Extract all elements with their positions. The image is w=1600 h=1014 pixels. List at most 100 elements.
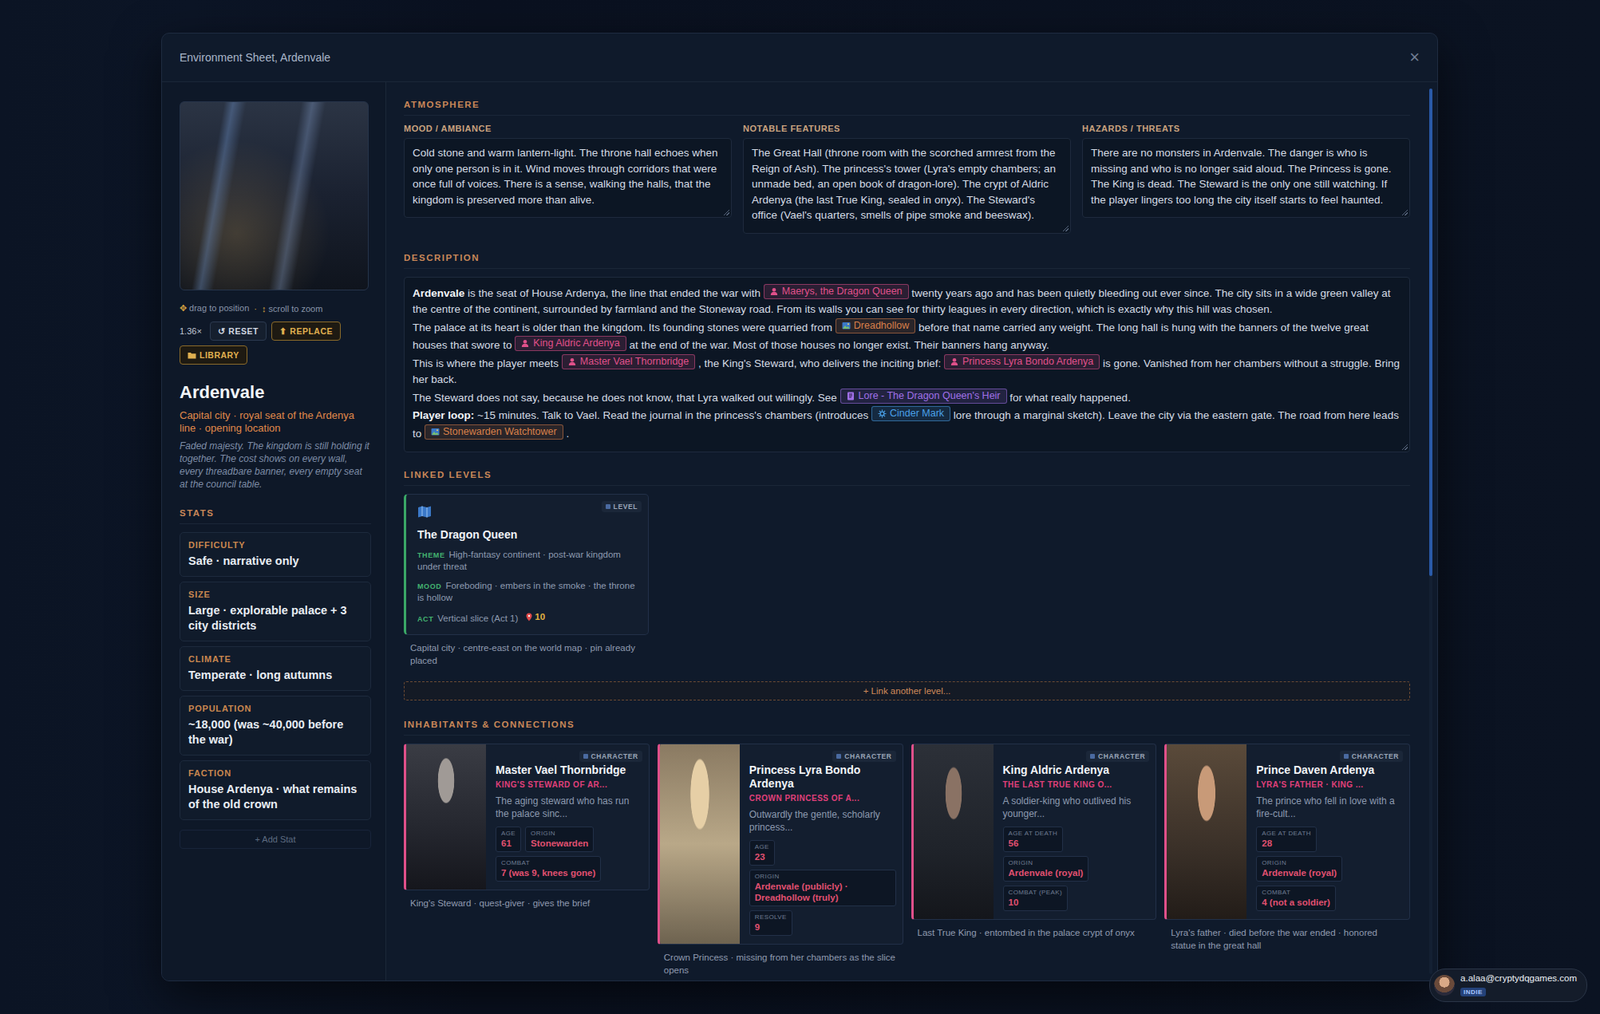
person-icon (568, 357, 577, 367)
description-text: This is where the player meets (412, 357, 562, 370)
scrollbar-track[interactable] (1429, 88, 1433, 975)
stat-card[interactable]: CLIMATETemperate · long autumns (179, 646, 372, 692)
location-link-chip[interactable]: Dreadhollow (835, 318, 916, 334)
chip-label: Stonewarden Watchtower (442, 425, 558, 439)
lore-link-chip[interactable]: Lore - The Dragon Queen's Heir (840, 388, 1008, 404)
description-text: , the King's Steward, who delivers the i… (695, 357, 945, 370)
description-paragraph: The Steward does not say, because he doe… (412, 388, 1402, 407)
location-link-chip[interactable]: Stonewarden Watchtower (424, 424, 564, 440)
stat-value: House Ardenya · what remains of the old … (188, 782, 363, 813)
user-info: a.alaa@cryptydqgames.comINDIE (1460, 973, 1577, 998)
modal-body: ✥ drag to position·↕ scroll to zoom1.36×… (161, 82, 1438, 981)
character-card-body: CHARACTER Master Vael Thornbridge KING'S S… (485, 744, 649, 890)
field-label: NOTABLE FEATURES (742, 123, 1071, 134)
character-card[interactable]: CHARACTERPrincess Lyra Bondo ArdenyaCROW… (657, 743, 904, 945)
stat-value: 61 (501, 837, 516, 850)
replace-button[interactable]: ⬆REPLACE (271, 321, 341, 341)
character-note: Last True King · entombed in the palace … (911, 920, 1158, 940)
stat-card[interactable]: FACTIONHouse Ardenya · what remains of t… (179, 760, 372, 821)
atmosphere-field: MOOD / AMBIANCECold stone and warm lante… (403, 123, 732, 218)
stat-label: ORIGIN (530, 829, 589, 838)
description-paragraph: This is where the player meets Master Va… (412, 354, 1402, 389)
item-link-chip[interactable]: Cinder Mark (871, 406, 951, 422)
stat-label: COMBAT (501, 859, 596, 867)
field-textarea[interactable]: Cold stone and warm lantern-light. The t… (403, 138, 732, 218)
link-level-button[interactable]: + Link another level... (403, 681, 1411, 701)
stat-value: Ardenvale (royal) (1261, 867, 1337, 879)
character-card[interactable]: CHARACTER Master Vael Thornbridge KING'S S… (403, 743, 650, 891)
character-blurb: Outwardly the gentle, scholarly princess… (749, 808, 897, 834)
stat-value: Stonewarden (530, 837, 589, 850)
badge-label: CHARACTER (591, 752, 639, 761)
meta-value: Foreboding · embers in the smoke · the t… (417, 580, 636, 603)
character-name: Master Vael Thornbridge (495, 763, 643, 778)
stat-label: SIZE (188, 589, 363, 600)
description-text: ~15 minutes. Talk to Vael. Read the jour… (474, 409, 872, 422)
stat-value: 10 (1008, 896, 1063, 909)
section-title: DESCRIPTION (403, 252, 1411, 269)
description-editor[interactable]: Ardenvale is the seat of House Ardenya, … (403, 276, 1411, 454)
level-name: The Dragon Queen (417, 528, 639, 542)
character-stat: ORIGINStonewarden (525, 826, 594, 853)
character-link-chip[interactable]: King Aldric Ardenya (514, 335, 626, 352)
character-note: Lyra's father · died before the war ende… (1164, 920, 1411, 953)
description-paragraph: The palace at its heart is older than th… (412, 318, 1402, 355)
field-textarea[interactable]: There are no monsters in Ardenvale. The … (1082, 138, 1411, 218)
character-portrait (659, 744, 740, 945)
description-paragraph: Player loop: ~15 minutes. Talk to Vael. … (412, 406, 1402, 443)
stat-value: 28 (1261, 837, 1312, 850)
character-card[interactable]: CHARACTERPrince Daven ArdenyaLYRA'S FATH… (1164, 743, 1411, 921)
meta-value: Vertical slice (Act 1) (437, 613, 518, 624)
library-button[interactable]: LIBRARY (179, 345, 248, 365)
character-badge: CHARACTER (1086, 750, 1150, 763)
person-icon (770, 287, 779, 297)
scroll-area: ATMOSPHEREMOOD / AMBIANCECold stone and … (386, 82, 1438, 977)
level-card[interactable]: LEVELThe Dragon QueenTHEMEHigh-fantasy c… (403, 493, 649, 636)
level-note: Capital city · centre-east on the world … (403, 635, 649, 668)
character-stat: AGE61 (495, 826, 522, 853)
character-stat: AGE AT DEATH28 (1256, 826, 1317, 853)
chip-label: Dreadhollow (853, 319, 909, 333)
description-paragraph: Ardenvale is the seat of House Ardenya, … (412, 284, 1402, 319)
scrollbar-thumb[interactable] (1429, 88, 1433, 577)
character-role: CROWN PRINCESS OF A... (749, 794, 897, 803)
hint-icon: ↕ (261, 304, 267, 314)
user-chip[interactable]: a.alaa@cryptydqgames.comINDIE (1429, 968, 1588, 1003)
badge-label: CHARACTER (1098, 752, 1146, 761)
character-link-chip[interactable]: Princess Lyra Bondo Ardenya (944, 354, 1100, 370)
stat-label: RESOLVE (754, 913, 787, 921)
badge-label: LEVEL (613, 502, 638, 511)
character-badge-icon (1090, 754, 1095, 759)
character-badge: CHARACTER (579, 750, 643, 763)
stat-value: 4 (not a soldier) (1261, 896, 1331, 909)
badge-label: CHARACTER (844, 752, 892, 761)
stat-value: 56 (1008, 837, 1059, 850)
stat-card[interactable]: SIZELarge · explorable palace + 3 city d… (179, 581, 372, 642)
stat-card[interactable]: DIFFICULTYSafe · narrative only (179, 532, 372, 577)
character-portrait (913, 744, 994, 920)
person-icon (770, 287, 779, 297)
stat-label: ORIGIN (1261, 859, 1337, 867)
character-stat: ORIGINArdenvale (publicly) · Dreadhollow… (749, 869, 897, 907)
field-textarea[interactable]: The Great Hall (throne room with the sco… (742, 138, 1071, 234)
reset-button[interactable]: ↺RESET (209, 321, 267, 341)
stats-title: STATS (179, 508, 372, 525)
modal-title: Environment Sheet, Ardenvale (179, 51, 331, 64)
character-link-chip[interactable]: Maerys, the Dragon Queen (763, 284, 909, 300)
image-hint: ✥ drag to position (179, 303, 249, 314)
character-link-chip[interactable]: Master Vael Thornbridge (561, 354, 696, 370)
close-button[interactable]: × (1409, 48, 1420, 67)
inhabitant-entry: CHARACTER Master Vael Thornbridge KING'S S… (403, 743, 650, 910)
environment-image[interactable] (179, 101, 369, 291)
section-title: LINKED LEVELS (403, 470, 1411, 486)
plan-badge: INDIE (1460, 987, 1486, 997)
stat-value: Safe · narrative only (188, 553, 363, 569)
character-role: KING'S STEWARD OF AR... (495, 780, 643, 790)
stat-label: POPULATION (188, 703, 363, 714)
character-stat: COMBAT7 (was 9, knees gone) (495, 856, 601, 882)
map-icon (841, 321, 851, 331)
character-role: THE LAST TRUE KING O... (1003, 780, 1150, 790)
character-card[interactable]: CHARACTERKing Aldric ArdenyaTHE LAST TRU… (911, 743, 1158, 921)
stat-card[interactable]: POPULATION~18,000 (was ~40,000 before th… (179, 695, 372, 756)
add-stat-button[interactable]: + Add Stat (179, 829, 372, 850)
